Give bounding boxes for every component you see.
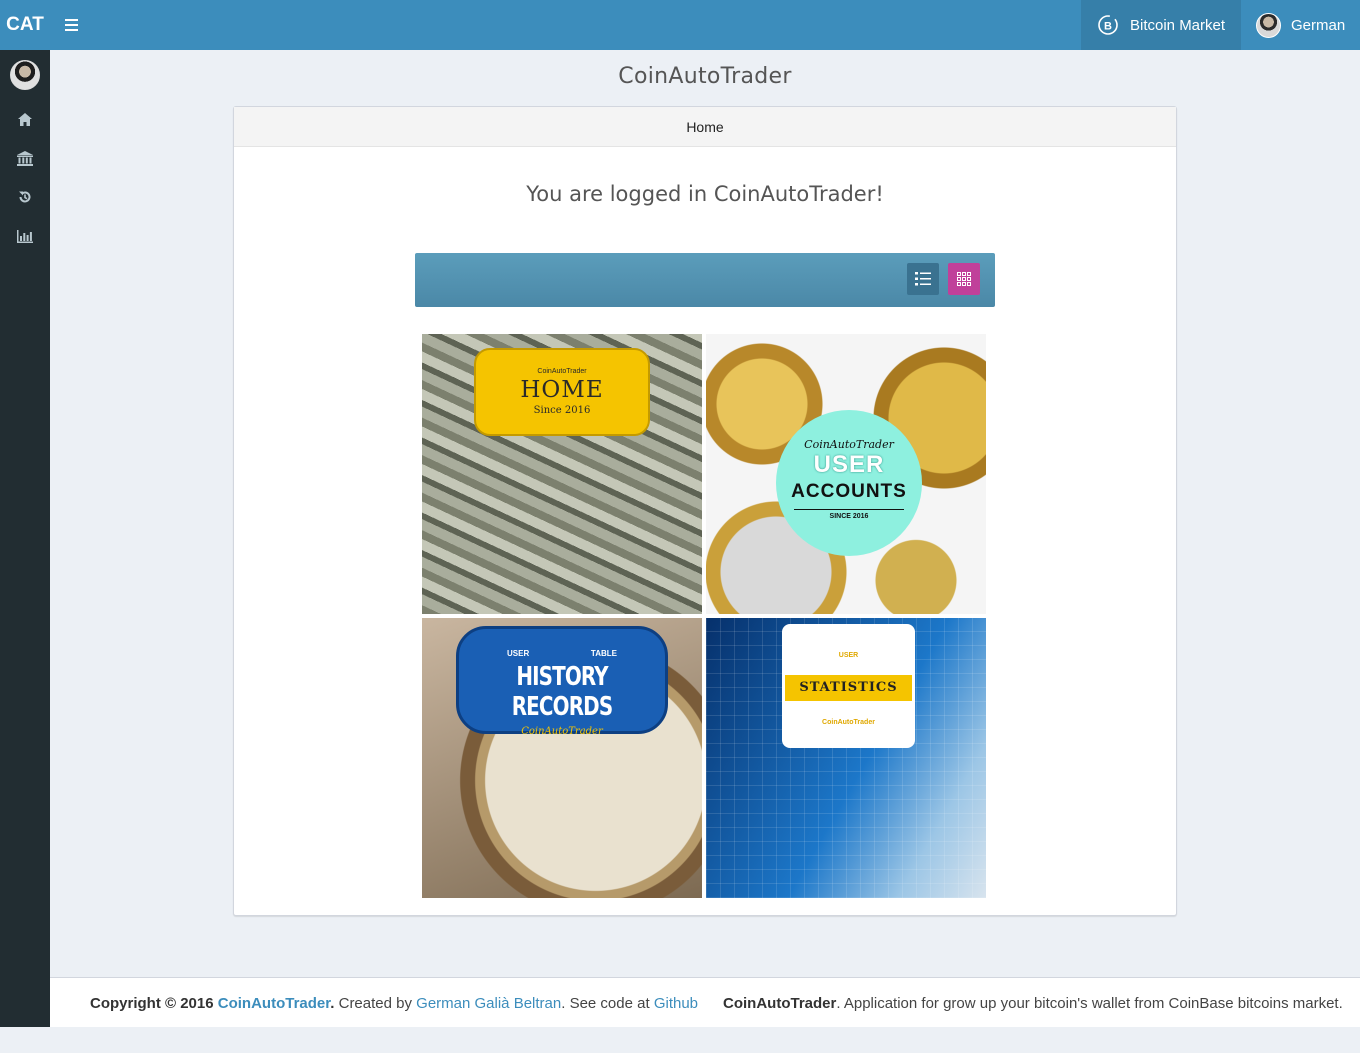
tile-home[interactable]: CoinAutoTrader HOME Since 2016 <box>422 334 702 614</box>
tile-user-accounts[interactable]: CoinAutoTrader USER ACCOUNTS SINCE 2016 <box>706 334 986 614</box>
grid-view-icon <box>957 272 971 286</box>
see-code-text: . See code at <box>561 995 654 1012</box>
github-link[interactable]: Github <box>654 995 698 1012</box>
accounts-divider <box>794 509 904 510</box>
history-tag-left: USER <box>507 649 530 658</box>
svg-text:B: B <box>1104 21 1112 33</box>
tile-history-records[interactable]: USER TABLE HISTORY RECORDS CoinAutoTrade… <box>422 618 702 898</box>
footer-right-brand: CoinAutoTrader <box>723 995 837 1012</box>
sidebar-item-history[interactable] <box>0 182 50 212</box>
footer-brand-link[interactable]: CoinAutoTrader <box>218 995 331 1012</box>
accounts-since: SINCE 2016 <box>829 513 869 520</box>
home-box: Home You are logged in CoinAutoTrader! C… <box>233 106 1177 916</box>
home-badge: CoinAutoTrader HOME Since 2016 <box>474 348 650 436</box>
user-menu[interactable]: German <box>1241 0 1360 50</box>
accounts-brand: CoinAutoTrader <box>804 438 894 451</box>
welcome-message: You are logged in CoinAutoTrader! <box>526 182 884 206</box>
history-brand: CoinAutoTrader <box>521 726 603 737</box>
user-name: German <box>1291 16 1346 34</box>
app-logo[interactable]: CAT <box>0 0 50 50</box>
breadcrumb: Home <box>234 107 1176 147</box>
footer: Copyright © 2016 CoinAutoTrader. Created… <box>50 977 1360 1027</box>
accounts-badge: CoinAutoTrader USER ACCOUNTS SINCE 2016 <box>776 410 922 556</box>
home-icon <box>18 112 32 126</box>
sidebar-item-statistics[interactable] <box>0 221 50 251</box>
statistics-tag: USER <box>838 652 859 659</box>
home-brand: CoinAutoTrader <box>537 368 587 375</box>
copyright-prefix: Copyright © 2016 <box>90 995 218 1012</box>
accounts-title-line1: USER <box>813 451 885 478</box>
top-navbar: CAT B Bitcoin Market German <box>0 0 1360 50</box>
footer-copyright: Copyright © 2016 CoinAutoTrader. Created… <box>90 995 698 1012</box>
grid-view-button[interactable] <box>948 263 980 295</box>
page-title: CoinAutoTrader <box>618 64 792 89</box>
gallery-toolbar <box>415 253 995 307</box>
sidebar-avatar[interactable] <box>10 60 40 90</box>
author-link[interactable]: German Galià Beltran <box>416 995 561 1012</box>
statistics-brand: CoinAutoTrader <box>822 719 875 726</box>
bank-icon <box>17 150 33 166</box>
list-view-button[interactable] <box>907 263 939 295</box>
history-badge: USER TABLE HISTORY RECORDS CoinAutoTrade… <box>456 626 668 737</box>
accounts-title-line2: ACCOUNTS <box>791 481 907 502</box>
statistics-badge: USER STATISTICS CoinAutoTrader <box>782 624 915 748</box>
created-by-text: Created by <box>334 995 417 1012</box>
tile-statistics[interactable]: USER STATISTICS CoinAutoTrader <box>706 618 986 898</box>
sidebar-item-home[interactable] <box>0 104 50 134</box>
bitcoin-market-menu[interactable]: B Bitcoin Market <box>1081 0 1241 50</box>
bar-chart-icon <box>17 229 33 243</box>
home-since: Since 2016 <box>533 405 591 416</box>
list-view-icon <box>915 272 931 286</box>
footer-description: CoinAutoTrader. Application for grow up … <box>723 995 1343 1012</box>
footer-right-text: . Application for grow up your bitcoin's… <box>836 995 1343 1012</box>
history-title: HISTORY RECORDS <box>511 662 613 722</box>
home-title: HOME <box>520 377 604 403</box>
sidebar-toggle-bars-icon[interactable] <box>58 12 84 38</box>
sidebar-item-bank[interactable] <box>0 143 50 173</box>
history-icon <box>19 191 31 203</box>
user-avatar <box>1256 12 1281 38</box>
bitcoin-exchange-icon: B <box>1098 15 1118 35</box>
bitcoin-market-label: Bitcoin Market <box>1130 16 1226 34</box>
statistics-title: STATISTICS <box>785 675 912 701</box>
history-tag-right: TABLE <box>590 649 617 658</box>
sidebar <box>0 50 50 1027</box>
